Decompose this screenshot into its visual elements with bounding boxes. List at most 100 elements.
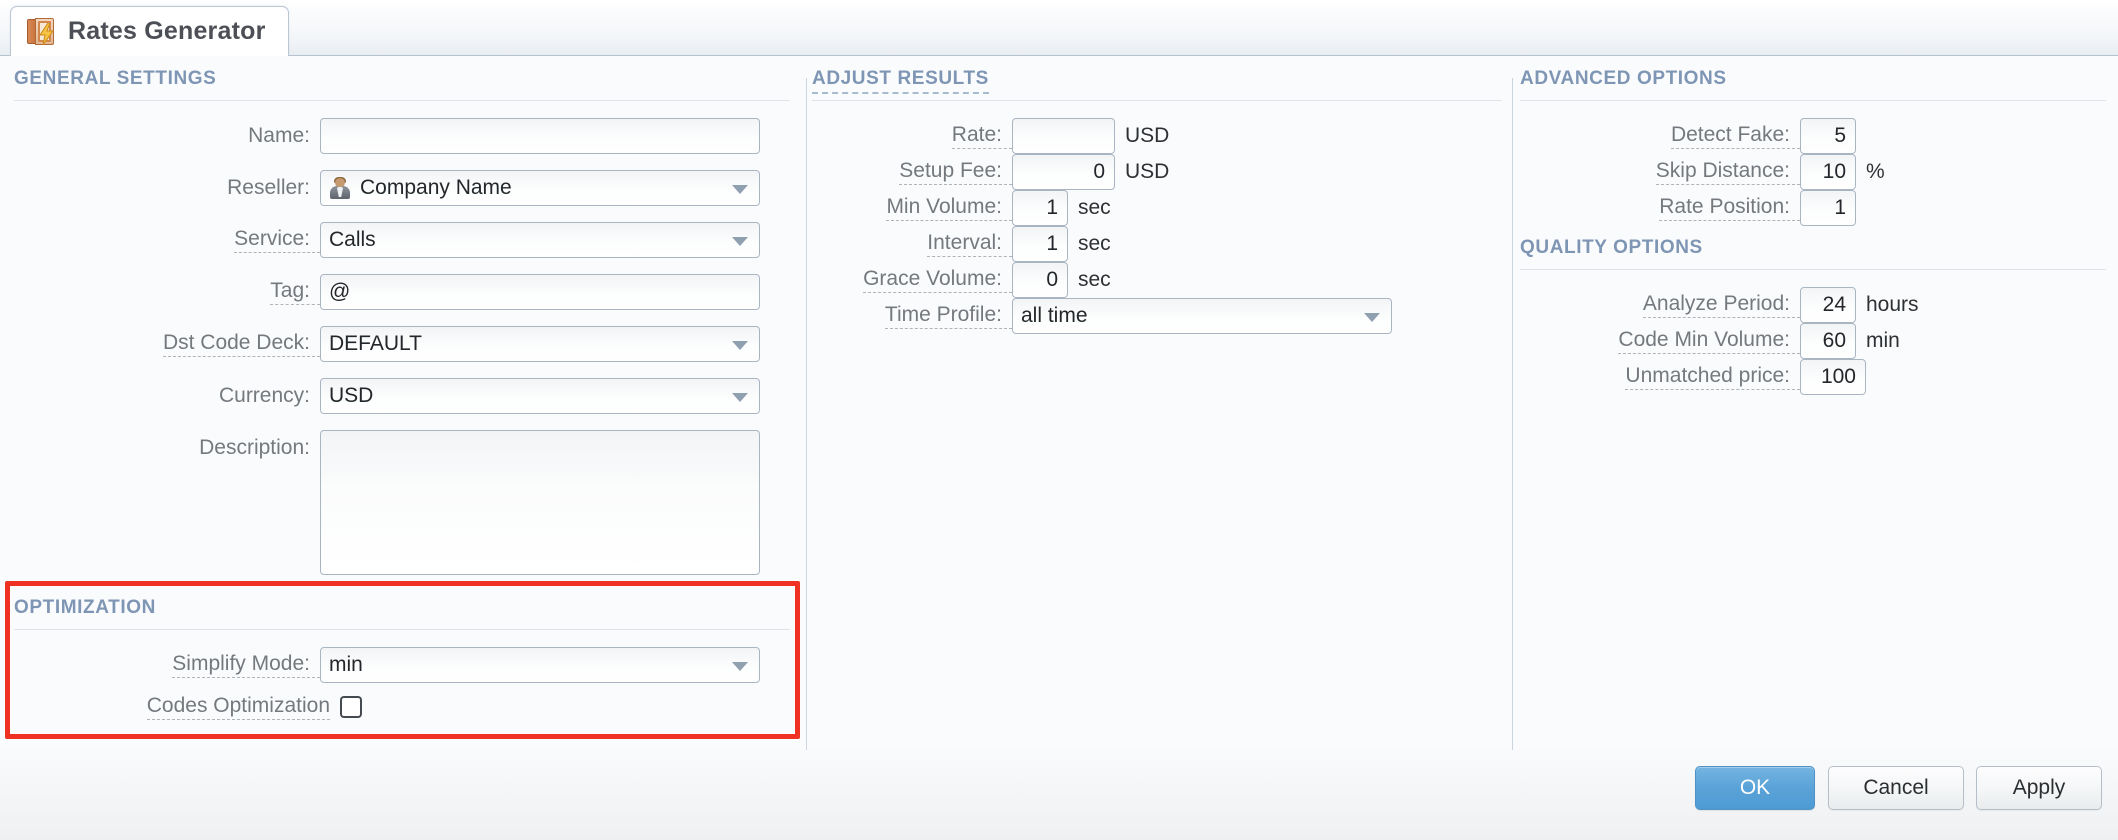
codes-optimization-checkbox[interactable] xyxy=(340,696,362,718)
reseller-avatar-icon xyxy=(329,177,351,199)
label-codes-optimization: Codes Optimization xyxy=(146,694,330,720)
lightning-bolt-icon xyxy=(39,22,54,45)
dialog-body: GENERAL SETTINGS Name: Reseller: Company… xyxy=(0,56,2118,840)
field-row-analyze-period: Analyze Period: 24 hours xyxy=(1520,287,1919,323)
label-grace-volume: Grace Volume: xyxy=(863,267,1012,293)
currency-value: USD xyxy=(329,384,374,407)
label-detect-fake: Detect Fake: xyxy=(1670,123,1800,149)
label-rate-position: Rate Position: xyxy=(1659,195,1800,221)
label-skip-distance: Skip Distance: xyxy=(1655,159,1800,185)
tag-input[interactable]: @ xyxy=(320,274,760,310)
interval-input[interactable]: 1 xyxy=(1012,226,1068,262)
time-profile-select[interactable]: all time xyxy=(1012,298,1392,334)
setup-fee-unit: USD xyxy=(1125,160,1170,183)
section-header-advanced-options: ADVANCED OPTIONS xyxy=(1520,68,1727,89)
min-volume-unit: sec xyxy=(1078,196,1111,219)
label-analyze-period: Analyze Period: xyxy=(1642,292,1800,318)
dst-code-deck-value: DEFAULT xyxy=(329,332,422,355)
skip-distance-unit: % xyxy=(1866,160,1885,183)
reseller-select[interactable]: Company Name xyxy=(320,170,760,206)
ok-button[interactable]: OK xyxy=(1695,766,1815,810)
field-row-min-volume: Min Volume: 1 sec xyxy=(812,190,1111,226)
service-select[interactable]: Calls xyxy=(320,222,760,258)
chevron-down-icon xyxy=(1364,313,1380,322)
label-reseller: Reseller: xyxy=(227,176,310,199)
apply-button[interactable]: Apply xyxy=(1976,766,2102,810)
min-volume-input[interactable]: 1 xyxy=(1012,190,1068,226)
interval-unit: sec xyxy=(1078,232,1111,255)
column-divider-left xyxy=(806,78,807,750)
field-row-reseller: Reseller: Company Name xyxy=(0,170,760,206)
field-row-unmatched-price: Unmatched price: 100 xyxy=(1520,359,1876,395)
label-min-volume: Min Volume: xyxy=(886,195,1012,221)
chevron-down-icon xyxy=(732,662,748,671)
label-simplify-mode: Simplify Mode: xyxy=(172,652,320,678)
label-description: Description: xyxy=(199,436,310,459)
rate-input[interactable] xyxy=(1012,118,1115,154)
field-row-simplify-mode: Simplify Mode: min xyxy=(0,647,760,683)
field-row-service: Service: Calls xyxy=(0,222,760,258)
tab-strip: Rates Generator xyxy=(0,0,2118,56)
code-min-volume-input[interactable]: 60 xyxy=(1800,323,1856,359)
setup-fee-input[interactable]: 0 xyxy=(1012,154,1115,190)
field-row-grace-volume: Grace Volume: 0 sec xyxy=(812,262,1111,298)
time-profile-value: all time xyxy=(1021,304,1088,327)
name-input[interactable] xyxy=(320,118,760,154)
field-row-detect-fake: Detect Fake: 5 xyxy=(1520,118,1866,154)
simplify-mode-select[interactable]: min xyxy=(320,647,760,683)
field-row-dst-code-deck: Dst Code Deck: DEFAULT xyxy=(0,326,760,362)
field-row-setup-fee: Setup Fee: 0 USD xyxy=(812,154,1169,190)
section-header-optimization: OPTIMIZATION xyxy=(14,597,156,618)
analyze-period-input[interactable]: 24 xyxy=(1800,287,1856,323)
label-code-min-volume: Code Min Volume: xyxy=(1618,328,1800,354)
field-row-rate-position: Rate Position: 1 xyxy=(1520,190,1866,226)
field-row-name: Name: xyxy=(0,118,760,154)
label-name: Name: xyxy=(248,124,310,147)
label-rate: Rate: xyxy=(951,123,1012,149)
chevron-down-icon xyxy=(732,185,748,194)
label-currency: Currency: xyxy=(218,384,310,407)
label-time-profile: Time Profile: xyxy=(884,303,1012,329)
label-tag: Tag: xyxy=(270,279,320,305)
tab-rates-generator[interactable]: Rates Generator xyxy=(10,6,289,56)
section-header-quality-options: QUALITY OPTIONS xyxy=(1520,237,1703,258)
field-row-codes-optimization: Codes Optimization xyxy=(0,694,362,720)
label-service: Service: xyxy=(234,227,320,253)
section-rule-advanced xyxy=(1520,100,2106,101)
section-rule-quality xyxy=(1520,269,2106,270)
label-interval: Interval: xyxy=(927,231,1012,257)
dst-code-deck-select[interactable]: DEFAULT xyxy=(320,326,760,362)
chevron-down-icon xyxy=(732,341,748,350)
section-rule-adjust xyxy=(812,100,1502,101)
field-row-rate: Rate: USD xyxy=(812,118,1169,154)
field-row-tag: Tag: @ xyxy=(0,274,760,310)
field-row-description: Description: xyxy=(0,430,760,575)
label-setup-fee: Setup Fee: xyxy=(899,159,1012,185)
section-header-general-settings: GENERAL SETTINGS xyxy=(14,68,217,89)
reseller-value: Company Name xyxy=(360,176,512,199)
skip-distance-input[interactable]: 10 xyxy=(1800,154,1856,190)
section-rule-optimization xyxy=(14,629,790,630)
field-row-currency: Currency: USD xyxy=(0,378,760,414)
service-value: Calls xyxy=(329,228,376,251)
rate-unit: USD xyxy=(1125,124,1170,147)
cancel-button[interactable]: Cancel xyxy=(1828,766,1964,810)
description-textarea[interactable] xyxy=(320,430,760,575)
tab-title: Rates Generator xyxy=(68,17,266,45)
label-unmatched-price: Unmatched price: xyxy=(1625,364,1800,390)
code-min-volume-unit: min xyxy=(1866,329,1900,352)
label-dst-code-deck: Dst Code Deck: xyxy=(162,331,320,357)
grace-volume-input[interactable]: 0 xyxy=(1012,262,1068,298)
simplify-mode-value: min xyxy=(329,653,363,676)
column-divider-right xyxy=(1512,78,1513,750)
unmatched-price-input[interactable]: 100 xyxy=(1800,359,1866,395)
chevron-down-icon xyxy=(732,393,748,402)
currency-select[interactable]: USD xyxy=(320,378,760,414)
field-row-time-profile: Time Profile: all time xyxy=(812,298,1392,334)
section-rule-general xyxy=(14,100,790,101)
grace-volume-unit: sec xyxy=(1078,268,1111,291)
rate-position-input[interactable]: 1 xyxy=(1800,190,1856,226)
rates-book-bolt-icon xyxy=(27,17,55,46)
section-header-adjust-results: ADJUST RESULTS xyxy=(812,68,989,94)
detect-fake-input[interactable]: 5 xyxy=(1800,118,1856,154)
